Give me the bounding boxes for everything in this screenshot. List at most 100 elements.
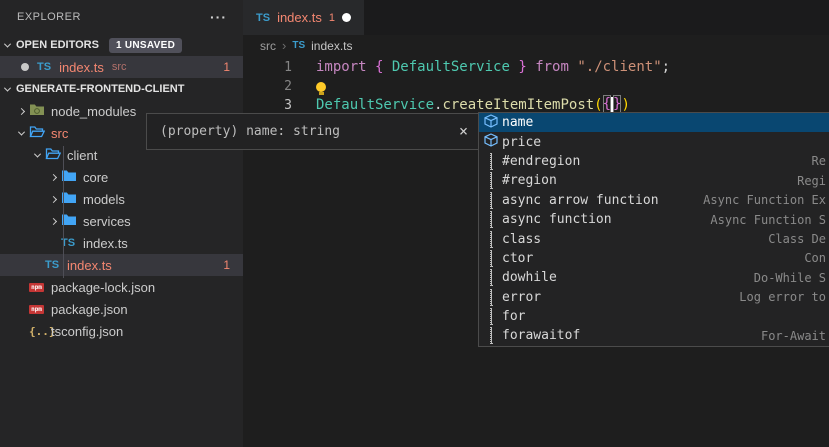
code-token (569, 58, 577, 77)
snippet-symbol-icon (490, 211, 492, 228)
snippet-symbol-icon (481, 328, 500, 343)
suggest-item-detail: For-Await (761, 329, 826, 343)
code-token: DefaultService (392, 58, 510, 77)
suggest-item-detail: Log error to (739, 290, 826, 304)
suggest-item-async-function[interactable]: async function Async Function S (479, 210, 829, 229)
code-line-content (292, 82, 326, 92)
tree-item-services[interactable]: services (0, 210, 243, 232)
node-modules-folder-icon (29, 103, 45, 119)
snippet-symbol-icon (490, 172, 492, 189)
code-line-2[interactable]: 2 (243, 77, 829, 96)
workspace-root-header[interactable]: GENERATE-FRONTEND-CLIENT (0, 78, 243, 100)
code-token: import (316, 58, 375, 77)
suggest-item-forawaitof[interactable]: forawaitofFor-Await (479, 326, 829, 345)
code-token: { (375, 58, 392, 77)
suggest-item-name[interactable]: name (479, 113, 829, 132)
snippet-symbol-icon (490, 231, 492, 248)
snippet-symbol-icon (490, 232, 492, 247)
tree-item-index-ts[interactable]: TSindex.ts (0, 232, 243, 254)
tree-item-label: package.json (51, 302, 128, 317)
suggest-item-class[interactable]: classClass De (479, 229, 829, 248)
folder-open-icon (45, 147, 61, 163)
error-count-badge: 1 (223, 60, 230, 74)
snippet-symbol-icon (490, 289, 492, 306)
suggest-item-detail: Re (812, 154, 826, 168)
tree-item-label: index.ts (83, 236, 128, 251)
suggest-item-label: #region (502, 173, 557, 188)
snippet-symbol-icon (481, 270, 500, 285)
vscode-window: { "colors": { "sidebar_bg": "#252526", "… (0, 0, 829, 447)
suggest-item--endregion[interactable]: #endregionRe (479, 152, 829, 171)
snippet-symbol-icon (490, 192, 492, 209)
tree-item-label: core (83, 170, 108, 185)
suggest-item--region[interactable]: #regionRegi (479, 171, 829, 190)
tree-item-label: tsconfig.json (51, 324, 123, 339)
breadcrumb-folder[interactable]: src (260, 39, 276, 53)
close-icon[interactable]: × (459, 124, 468, 139)
chevron-down-icon (30, 153, 45, 158)
snippet-symbol-icon (481, 232, 500, 247)
snippet-symbol-icon (490, 173, 492, 188)
chevron-right-icon (14, 109, 29, 114)
suggest-item-label: ctor (502, 251, 533, 266)
npm-icon: npm (29, 305, 44, 314)
tree-item-package-lock-json[interactable]: npmpackage-lock.json (0, 276, 243, 298)
suggest-item-error[interactable]: error Log error to (479, 288, 829, 307)
tree-item-core[interactable]: core (0, 166, 243, 188)
suggest-widget: nameprice#endregionRe#regionRegiasync ar… (478, 112, 829, 347)
suggest-item-detail: Con (804, 251, 826, 265)
typescript-icon: TS (37, 61, 51, 73)
chevron-right-icon (50, 195, 57, 202)
tree-item-label: index.ts (67, 258, 112, 273)
hover-tooltip: (property) name: string × (146, 113, 480, 150)
explorer-sidebar: EXPLORER ··· OPEN EDITORS 1 UNSAVED TS i… (0, 0, 243, 447)
tree-item-label: node_modules (51, 104, 136, 119)
suggest-item-price[interactable]: price (479, 132, 829, 151)
suggest-item-label: for (502, 309, 525, 324)
suggest-item-detail: Async Function S (710, 213, 826, 227)
snippet-symbol-icon (490, 153, 492, 170)
workspace-root-label: GENERATE-FRONTEND-CLIENT (16, 83, 184, 95)
tree-item-label: src (51, 126, 68, 141)
tree-item-package-json[interactable]: npm package.json (0, 298, 243, 320)
typescript-icon: TS (292, 40, 305, 51)
chevron-right-icon (18, 107, 25, 114)
tree-item-models[interactable]: models (0, 188, 243, 210)
open-editor-item-index-ts[interactable]: TS index.ts src 1 (0, 56, 243, 78)
open-editors-header[interactable]: OPEN EDITORS 1 UNSAVED (0, 34, 243, 56)
suggest-item-dowhile[interactable]: dowhileDo-While S (479, 268, 829, 287)
snippet-symbol-icon (490, 290, 492, 305)
code-line-1[interactable]: 1import { DefaultService } from "./clien… (243, 58, 829, 77)
suggest-item-async-arrow-function[interactable]: async arrow functionAsync Function Ex (479, 191, 829, 210)
snippet-symbol-icon (490, 212, 492, 227)
unsaved-dot-icon[interactable] (342, 13, 351, 22)
suggest-item-label: error (502, 290, 541, 305)
breadcrumb-separator-icon: › (282, 38, 286, 53)
code-line-content: import { DefaultService } from "./client… (292, 58, 670, 77)
suggest-item-label: async function (502, 212, 612, 227)
tree-item-tsconfig-json[interactable]: {..}tsconfig.json (0, 320, 243, 342)
unsaved-badge: 1 UNSAVED (109, 38, 182, 53)
code-token: from (535, 58, 569, 77)
suggest-item-label: class (502, 232, 541, 247)
tree-item-icon-slot: npm (29, 305, 51, 314)
explorer-title: EXPLORER (17, 11, 81, 23)
suggest-item-ctor[interactable]: ctor Con (479, 249, 829, 268)
snippet-symbol-icon (490, 328, 492, 343)
lightbulb-icon[interactable] (316, 82, 326, 92)
tab-index-ts[interactable]: TS index.ts 1 (243, 0, 364, 35)
explorer-header: EXPLORER ··· (0, 0, 243, 34)
code-token (527, 58, 535, 77)
suggest-item-for[interactable]: for (479, 307, 829, 326)
tree-item-label: services (83, 214, 131, 229)
field-symbol-icon (481, 133, 500, 151)
breadcrumb-file[interactable]: index.ts (311, 39, 352, 53)
code-token: } (510, 58, 527, 77)
snippet-symbol-icon (481, 212, 500, 227)
chevron-down-icon (14, 131, 29, 136)
code-area[interactable]: 1import { DefaultService } from "./clien… (243, 56, 829, 115)
more-actions-icon[interactable]: ··· (210, 9, 227, 25)
tree-item-icon-slot (61, 213, 83, 229)
field-symbol-icon (484, 114, 498, 132)
tree-item-index-ts[interactable]: TSindex.ts1 (0, 254, 243, 276)
